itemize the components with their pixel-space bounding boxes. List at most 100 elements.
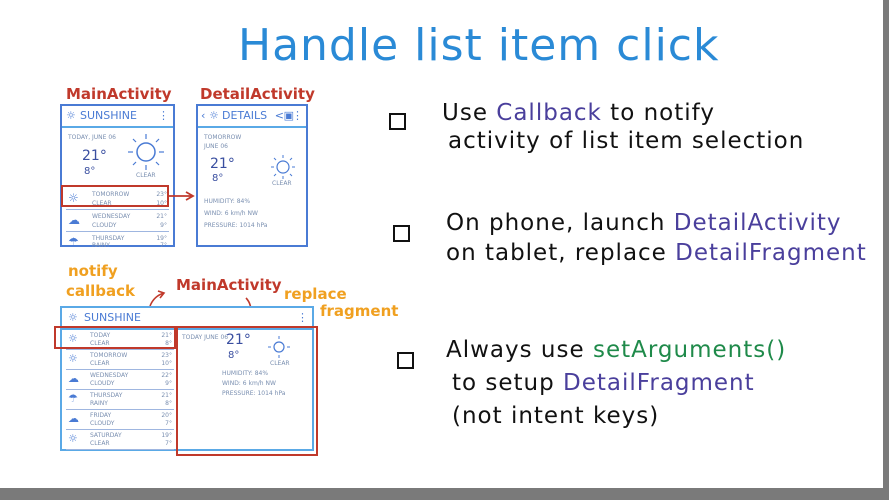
bullet-2-line-2: on tablet, replace DetailFragment [446,240,867,266]
row-high: 21° [156,213,167,220]
sun-icon: ☼ [66,109,76,122]
row-high: 20° [161,412,172,419]
tablet-detail-high: 21° [226,332,251,348]
bullet-1-line-2: activity of list item selection [448,128,805,154]
cloud-icon: ☁ [68,213,80,227]
bullet-3-line-3: (not intent keys) [452,403,660,429]
label-callback: callback [66,282,136,300]
back-arrow-icon[interactable]: ‹ [201,109,205,122]
keyword-detail-fragment: DetailFragment [675,240,867,266]
detail-date: JUNE 06 [204,143,228,150]
list-item[interactable]: ☁ FRIDAY CLOUDY 20° 7° [66,410,174,430]
list-item[interactable]: ☼ SATURDAY CLEAR 19° 7° [66,430,174,450]
row-cond: CLOUDY [92,222,117,229]
row-high: 21° [161,392,172,399]
rain-cloud-icon: ☂ [68,235,79,249]
list-item[interactable]: ☂ THURSDAY RAINY 19° 7° [66,232,169,253]
today-condition: CLEAR [136,172,156,179]
sun-icon: ☼ [68,432,78,445]
row-day: WEDNESDAY [92,213,131,220]
row-cond: CLEAR [90,440,110,447]
row-day: FRIDAY [90,412,112,419]
slide: Handle list item click MainActivity Deta… [0,0,883,488]
today-label: TODAY, JUNE 06 [68,134,117,141]
row-low: 10° [161,360,172,367]
checkbox-1[interactable] [389,113,406,130]
detail-condition: CLEAR [272,180,292,187]
sun-icon [268,336,290,358]
row-high: 22° [161,372,172,379]
row-low: 9° [160,222,167,229]
selected-item-highlight [61,185,169,207]
tablet-detail-low: 8° [228,350,240,361]
detail-humidity: HUMIDITY: 84% [204,198,251,205]
detail-pressure: PRESSURE: 1014 hPa [204,222,268,229]
phone-main-activity: ☼ SUNSHINE ⋮ TODAY, JUNE 06 21° 8° CLEAR… [60,104,175,249]
cloud-icon: ☁ [68,412,79,425]
label-fragment: fragment [320,302,399,320]
phone-detail-activity: ‹ ☼ DETAILS < ▣ ⋮ TOMORROW JUNE 06 21° 8… [196,104,308,247]
cloud-icon: ☁ [68,372,79,385]
detail-high: 21° [210,156,235,172]
row-day: THURSDAY [90,392,123,399]
tablet-detail-condition: CLEAR [270,360,290,367]
tablet-detail-date: TODAY JUNE 06 [182,334,229,341]
row-day: THURSDAY [92,235,125,242]
slide-title: Handle list item click [238,20,720,71]
arrow-right-icon [168,191,195,201]
app-bar: ‹ ☼ DETAILS < ▣ ⋮ [198,106,306,128]
row-cond: RAINY [90,400,108,407]
bullet-3-line-2: to setup DetailFragment [452,370,755,396]
row-day: TOMORROW [90,352,128,359]
bullet-3-line-1: Always use setArguments() [446,337,787,363]
list-item[interactable]: ☁ WEDNESDAY CLOUDY 21° 9° [66,210,169,232]
list-item[interactable]: ☼ TOMORROW CLEAR 23° 10° [66,350,174,370]
tablet-detail-humidity: HUMIDITY: 84% [222,370,269,377]
list-item[interactable]: ☁ WEDNESDAY CLOUDY 22° 9° [66,370,174,390]
checkbox-3[interactable] [397,352,414,369]
label-replace: replace [284,285,347,303]
row-day: SATURDAY [90,432,122,439]
app-title: SUNSHINE [84,311,141,324]
label-notify: notify [68,262,118,280]
row-low: 7° [165,420,172,427]
tablet-detail-wind: WIND: 6 km/h NW [222,380,276,387]
sun-icon: ☼ [209,109,219,122]
row-cond: RAINY [92,242,110,249]
selected-item-highlight [54,326,176,349]
detail-low: 8° [212,173,224,184]
label-main-activity-tablet: MainActivity [176,276,282,294]
today-low: 8° [84,166,96,177]
row-day: WEDNESDAY [90,372,129,379]
row-cond: CLOUDY [90,420,115,427]
bullet-2-line-1: On phone, launch DetailActivity [446,210,842,236]
row-low: 7° [165,440,172,447]
tablet-detail-pressure: PRESSURE: 1014 hPa [222,390,286,397]
sun-icon: ☼ [68,352,78,365]
app-title: DETAILS [222,109,268,122]
keyword-callback: Callback [496,100,602,126]
detail-day: TOMORROW [204,134,242,141]
bullet-1-line-1: Use Callback to notify [442,100,715,126]
row-high: 23° [161,352,172,359]
overflow-menu-icon[interactable]: ⋮ [297,311,308,324]
keyword-detail-fragment: DetailFragment [563,370,755,396]
overflow-menu-icon[interactable]: ⋮ [292,109,303,122]
sun-icon: ☼ [68,311,78,324]
keyword-set-arguments: setArguments() [592,337,787,363]
list-item[interactable]: ☂ THURSDAY RAINY 21° 8° [66,390,174,410]
sun-icon [271,155,295,179]
row-high: 19° [161,432,172,439]
row-low: 8° [165,400,172,407]
row-cond: CLEAR [90,360,110,367]
label-detail-activity: DetailActivity [200,85,315,103]
app-bar: ☼ SUNSHINE ⋮ [62,106,173,128]
row-cond: CLOUDY [90,380,115,387]
overflow-menu-icon[interactable]: ⋮ [158,109,169,122]
sun-large-icon [128,134,164,170]
rain-cloud-icon: ☂ [68,392,78,405]
detail-wind: WIND: 6 km/h NW [204,210,258,217]
app-title: SUNSHINE [80,109,137,122]
checkbox-2[interactable] [393,225,410,242]
today-high: 21° [82,148,107,164]
